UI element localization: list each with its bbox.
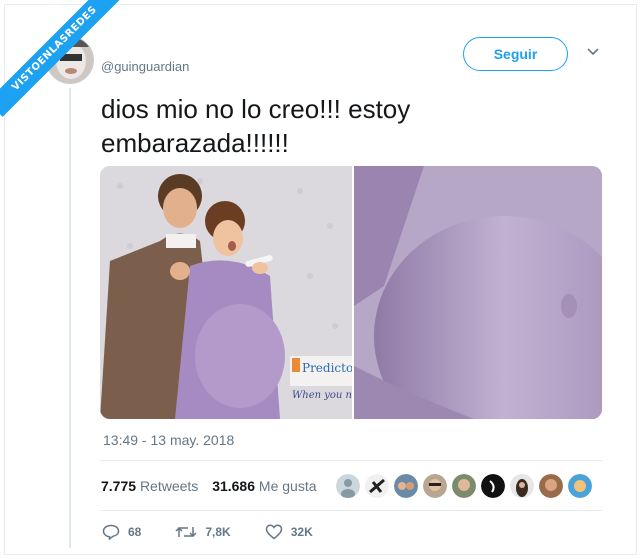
liker-avatar[interactable] bbox=[394, 474, 418, 498]
media-photo-closeup[interactable] bbox=[354, 166, 602, 419]
liker-avatar[interactable] bbox=[452, 474, 476, 498]
liker-avatar[interactable] bbox=[423, 474, 447, 498]
liker-avatar[interactable] bbox=[481, 474, 505, 498]
tweet-text: dios mio no lo creo!!! estoy embarazada!… bbox=[101, 94, 411, 158]
like-button[interactable]: 32K bbox=[265, 524, 313, 540]
retweet-count: 7,8K bbox=[205, 525, 231, 539]
liker-avatar[interactable] bbox=[510, 474, 534, 498]
tweet-media[interactable]: Predictor When you need t bbox=[100, 166, 602, 419]
reply-button[interactable]: 68 bbox=[102, 524, 141, 540]
thread-line bbox=[69, 88, 71, 548]
retweet-button[interactable]: 7,8K bbox=[175, 524, 231, 540]
liker-avatar[interactable] bbox=[539, 474, 563, 498]
likes-count[interactable]: 31.686 bbox=[212, 478, 255, 494]
tweet-actions: 68 7,8K 32K bbox=[102, 524, 347, 540]
retweets-label[interactable]: Retweets bbox=[140, 478, 198, 494]
media-photo-couple[interactable]: Predictor When you need t bbox=[100, 166, 378, 419]
chevron-down-icon[interactable] bbox=[586, 44, 600, 58]
retweets-count[interactable]: 7.775 bbox=[101, 478, 136, 494]
likes-label[interactable]: Me gusta bbox=[259, 478, 317, 494]
follow-button[interactable]: Seguir bbox=[463, 37, 568, 71]
tweet-stats: 7.775 Retweets 31.686 Me gusta bbox=[101, 478, 327, 494]
reply-count: 68 bbox=[128, 525, 142, 539]
liker-avatar[interactable] bbox=[568, 474, 592, 498]
like-count: 32K bbox=[290, 525, 313, 539]
photo-couple-illustration: Predictor When you need t bbox=[100, 166, 378, 419]
divider-bottom bbox=[100, 510, 602, 511]
liker-avatar[interactable] bbox=[336, 474, 360, 498]
tweet-timestamp[interactable]: 13:49 - 13 may. 2018 bbox=[103, 432, 234, 448]
liker-avatar[interactable] bbox=[365, 474, 389, 498]
heart-icon bbox=[265, 524, 282, 540]
retweet-icon bbox=[175, 526, 197, 538]
brand-text: Predictor bbox=[302, 361, 352, 375]
author-handle[interactable]: @guinguardian bbox=[101, 59, 189, 74]
divider-top bbox=[100, 460, 602, 461]
photo-closeup-illustration bbox=[354, 166, 602, 419]
reply-icon bbox=[102, 524, 120, 540]
liker-avatars bbox=[336, 474, 592, 498]
brand-tagline: When you need t bbox=[292, 390, 352, 401]
